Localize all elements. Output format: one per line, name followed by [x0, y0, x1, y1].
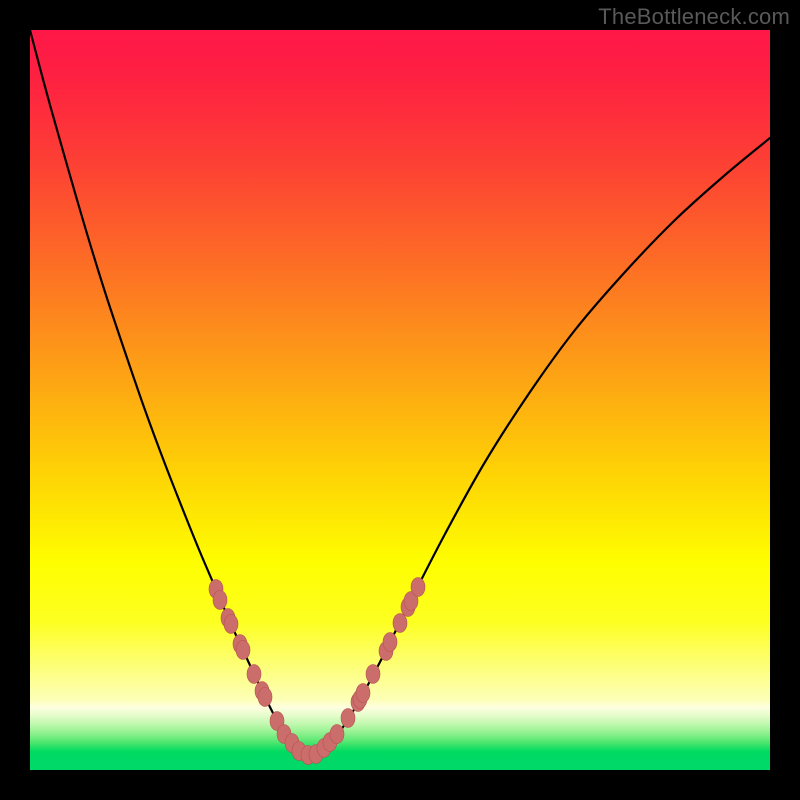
marker-point [366, 665, 380, 684]
plot-area [30, 30, 770, 770]
bottleneck-curve [30, 30, 770, 755]
marker-point [330, 725, 344, 744]
marker-point [411, 578, 425, 597]
marker-point [236, 641, 250, 660]
curve-layer [30, 30, 770, 770]
highlight-markers [209, 578, 425, 765]
marker-point [383, 633, 397, 652]
marker-point [213, 591, 227, 610]
watermark-text: TheBottleneck.com [598, 4, 790, 30]
marker-point [341, 709, 355, 728]
marker-point [393, 614, 407, 633]
marker-point [356, 684, 370, 703]
marker-point [224, 615, 238, 634]
marker-point [258, 688, 272, 707]
marker-point [247, 665, 261, 684]
chart-frame: TheBottleneck.com [0, 0, 800, 800]
